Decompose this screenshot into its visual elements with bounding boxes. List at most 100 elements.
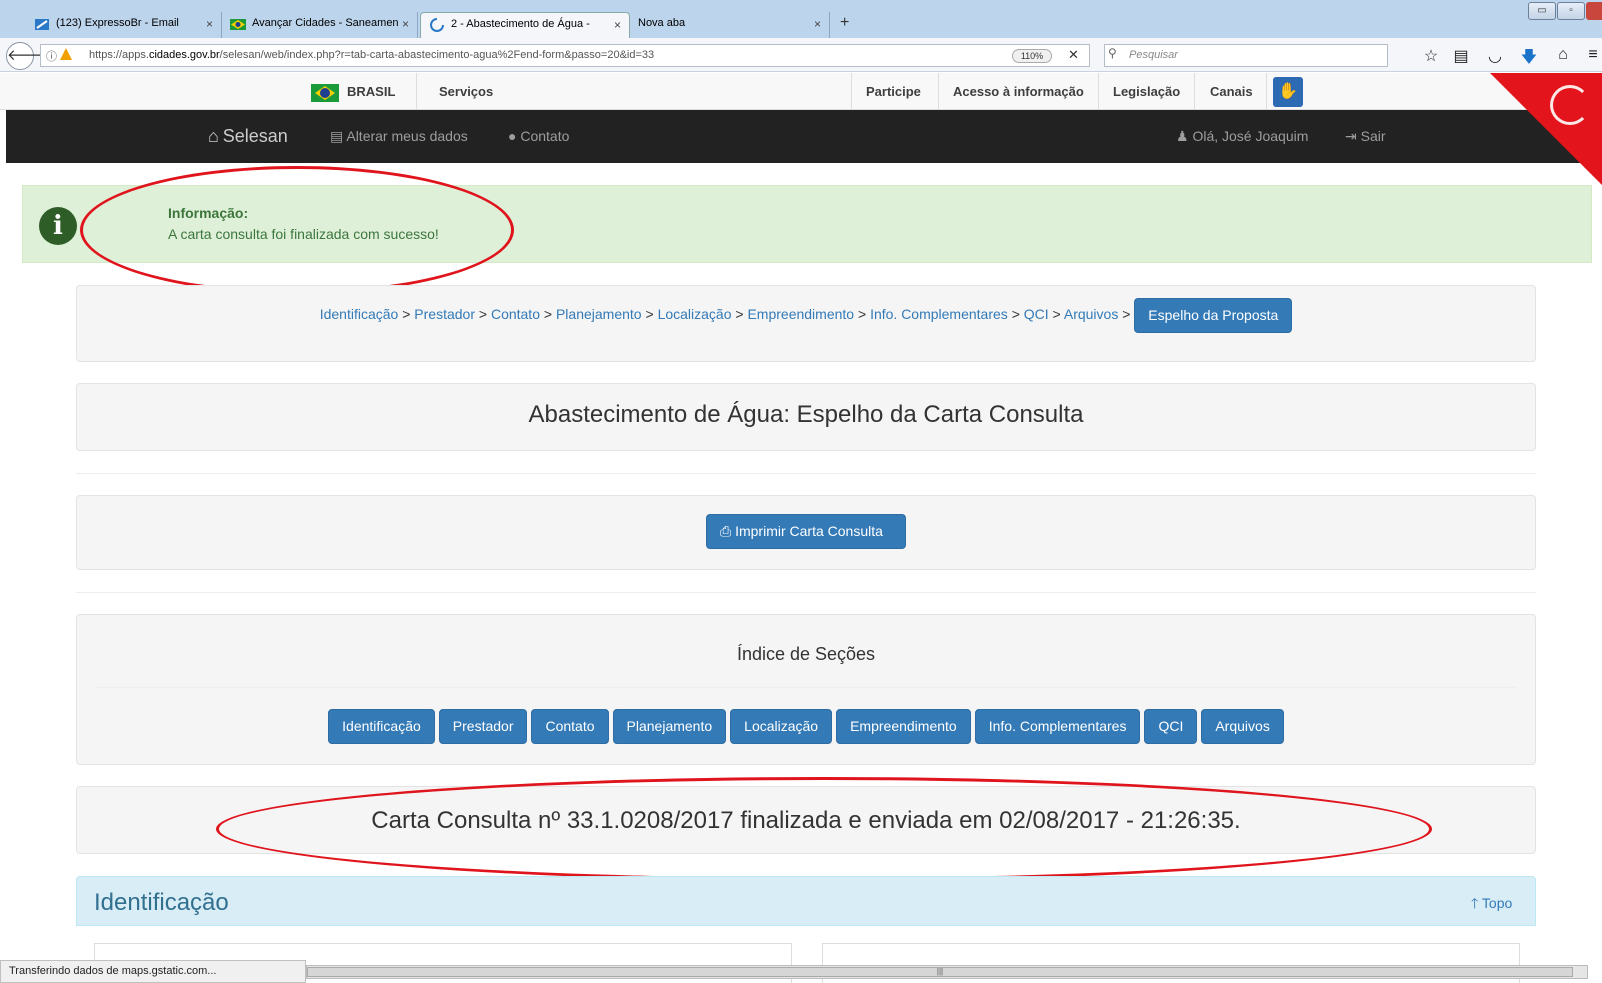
status-bar: Transferindo dados de maps.gstatic.com..… bbox=[0, 960, 306, 983]
crumb-identificacao[interactable]: Identificação bbox=[320, 306, 399, 322]
canais-link[interactable]: Canais bbox=[1210, 73, 1253, 110]
alterar-dados-label: Alterar meus dados bbox=[346, 128, 468, 144]
participe-link[interactable]: Participe bbox=[866, 73, 921, 110]
section-index-title: Índice de Seções bbox=[736, 644, 876, 664]
brand-label: Selesan bbox=[222, 126, 288, 146]
brazil-flag-icon bbox=[230, 19, 246, 30]
index-qci-button[interactable]: QCI bbox=[1144, 709, 1198, 744]
acesso-informacao-link[interactable]: Acesso à informação bbox=[953, 73, 1084, 110]
crumb-separator: > bbox=[478, 306, 488, 323]
new-tab-button[interactable]: + bbox=[840, 14, 849, 32]
horizontal-scrollbar[interactable]: ||| bbox=[306, 965, 1588, 979]
index-empreendimento-button[interactable]: Empreendimento bbox=[836, 709, 971, 744]
crumb-separator: > bbox=[402, 306, 411, 323]
sair-label: Sair bbox=[1360, 128, 1386, 144]
tab-label: Avançar Cidades - Saneamen bbox=[252, 17, 399, 29]
download-icon[interactable]: 🡇 bbox=[1518, 46, 1540, 73]
crumb-prestador[interactable]: Prestador bbox=[414, 306, 475, 322]
scrollbar-thumb[interactable]: ||| bbox=[307, 967, 1573, 977]
bookmark-star-icon[interactable]: ☆ bbox=[1420, 46, 1442, 66]
sair-link[interactable]: ⇥ Sair bbox=[1345, 110, 1386, 163]
brand-link[interactable]: ⌂ Selesan bbox=[208, 110, 288, 163]
menu-icon[interactable]: ≡ bbox=[1582, 46, 1602, 64]
search-icon: ⚲ bbox=[1108, 46, 1117, 60]
crumb-planejamento[interactable]: Planejamento bbox=[556, 306, 642, 322]
print-icon: ⎙ bbox=[720, 523, 732, 539]
brasil-link[interactable]: BRASIL bbox=[347, 73, 395, 110]
crumb-separator: > bbox=[1122, 306, 1131, 323]
list-icon: ▤ bbox=[330, 128, 344, 144]
expresso-icon bbox=[35, 19, 49, 30]
divider bbox=[1266, 73, 1267, 110]
legislacao-link[interactable]: Legislação bbox=[1113, 73, 1180, 110]
url-path: /selesan/web/index.php?r=tab-carta-abast… bbox=[219, 49, 655, 61]
close-tab-icon[interactable]: × bbox=[614, 18, 621, 32]
index-info-complementares-button[interactable]: Info. Complementares bbox=[974, 709, 1141, 744]
topo-label: Topo bbox=[1481, 895, 1513, 911]
tab-abastecimento[interactable]: 2 - Abastecimento de Água - × bbox=[420, 12, 630, 38]
back-arrow-icon[interactable]: 🡐 bbox=[6, 42, 47, 70]
contato-link[interactable]: ● Contato bbox=[508, 110, 569, 163]
close-tab-icon[interactable]: × bbox=[206, 17, 213, 31]
search-input[interactable]: Pesquisar bbox=[1104, 44, 1388, 67]
divider bbox=[96, 687, 1516, 688]
identificacao-panel-heading bbox=[76, 876, 1536, 926]
crumb-qci[interactable]: QCI bbox=[1024, 306, 1049, 322]
tab-label: 2 - Abastecimento de Água - bbox=[451, 18, 590, 30]
zoom-indicator[interactable]: 110% bbox=[1012, 49, 1052, 63]
tab-nova-aba[interactable]: Nova aba × bbox=[630, 12, 830, 38]
divider bbox=[1098, 73, 1099, 110]
minimize-button[interactable]: ▭ bbox=[1528, 2, 1556, 20]
info-icon: i bbox=[39, 207, 77, 245]
close-tab-icon[interactable]: × bbox=[402, 17, 409, 31]
stop-icon[interactable]: ✕ bbox=[1068, 47, 1079, 63]
comment-icon: ● bbox=[508, 128, 517, 144]
crumb-arquivos[interactable]: Arquivos bbox=[1064, 306, 1118, 322]
sign-language-icon[interactable]: ✋ bbox=[1273, 77, 1303, 107]
brazil-flag-icon bbox=[311, 84, 339, 102]
index-prestador-button[interactable]: Prestador bbox=[438, 709, 528, 744]
user-label: Olá, José Joaquim bbox=[1192, 128, 1309, 144]
loading-spinner-icon bbox=[430, 18, 444, 32]
crumb-separator: > bbox=[1052, 306, 1061, 323]
crumb-contato[interactable]: Contato bbox=[491, 306, 540, 322]
crumb-separator: > bbox=[735, 306, 744, 323]
index-identificacao-button[interactable]: Identificação bbox=[328, 709, 435, 744]
crumb-info-complementares[interactable]: Info. Complementares bbox=[870, 306, 1008, 322]
index-arquivos-button[interactable]: Arquivos bbox=[1201, 709, 1284, 744]
servicos-link[interactable]: Serviços bbox=[439, 73, 493, 110]
crumb-separator: > bbox=[543, 306, 553, 323]
index-contato-button[interactable]: Contato bbox=[531, 709, 609, 744]
user-menu[interactable]: ♟ Olá, José Joaquim bbox=[1176, 110, 1308, 163]
crumb-empreendimento[interactable]: Empreendimento bbox=[747, 306, 854, 322]
gov-bar bbox=[0, 73, 1602, 110]
divider bbox=[1194, 73, 1195, 110]
print-carta-button[interactable]: ⎙ Imprimir Carta Consulta bbox=[706, 514, 906, 549]
topo-link[interactable]: 🡑 Topo bbox=[1471, 893, 1512, 917]
crumb-localizacao[interactable]: Localização bbox=[658, 306, 732, 322]
home-icon: ⌂ bbox=[208, 126, 219, 146]
divider bbox=[76, 473, 1536, 474]
tab-expresso[interactable]: (123) ExpressoBr - Email × bbox=[26, 12, 222, 38]
url-domain: cidades.gov.br bbox=[148, 49, 220, 61]
maximize-button[interactable]: ▫ bbox=[1557, 2, 1585, 20]
tab-avancar-cidades[interactable]: Avançar Cidades - Saneamen × bbox=[222, 12, 418, 38]
arrow-up-icon: 🡑 bbox=[1471, 895, 1479, 911]
close-window-button[interactable] bbox=[1586, 2, 1602, 20]
pocket-icon[interactable]: ◡ bbox=[1484, 46, 1506, 66]
annotation-ellipse bbox=[80, 166, 514, 294]
ribbon-logo-icon bbox=[1550, 85, 1590, 125]
search-placeholder: Pesquisar bbox=[1129, 49, 1178, 61]
reading-list-icon[interactable]: ▤ bbox=[1450, 46, 1472, 66]
index-localizacao-button[interactable]: Localização bbox=[730, 709, 833, 744]
url-prefix: https://apps. bbox=[89, 49, 149, 61]
crumb-espelho-proposta[interactable]: Espelho da Proposta bbox=[1134, 298, 1293, 333]
info-icon[interactable]: ⓘ bbox=[46, 48, 57, 64]
url-bar[interactable]: https://apps.cidades.gov.br/selesan/web/… bbox=[40, 44, 1090, 67]
annotation-ellipse bbox=[216, 777, 1432, 881]
index-planejamento-button[interactable]: Planejamento bbox=[612, 709, 727, 744]
crumb-separator: > bbox=[1011, 306, 1020, 323]
home-icon[interactable]: ⌂ bbox=[1552, 46, 1574, 64]
alterar-dados-link[interactable]: ▤ Alterar meus dados bbox=[330, 110, 468, 163]
close-tab-icon[interactable]: × bbox=[814, 17, 821, 31]
